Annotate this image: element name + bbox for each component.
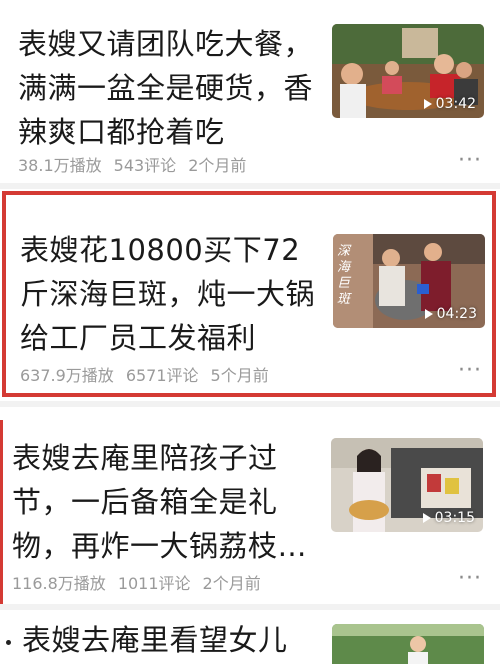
comment-count: 1011评论 [117,574,191,593]
divider [0,401,500,407]
play-icon [423,99,432,109]
video-title[interactable]: 表嫂又请团队吃大餐， 满满一盆全是硬货，香 辣爽口都抢着吃 [18,22,318,154]
comment-count: 543评论 [113,156,177,175]
video-duration: 03:15 [422,510,475,526]
video-thumbnail[interactable] [332,624,484,664]
play-icon [422,513,431,523]
video-thumbnail[interactable]: 03:42 [332,24,484,118]
divider [0,604,500,610]
feed-item-3[interactable]: 表嫂去庵里陪孩子过 节，一后备箱全是礼 物，再炸一大锅荔枝… 03:15 116… [0,408,500,603]
play-count: 38.1万播放 [18,156,102,175]
feed-item-4[interactable]: 表嫂去庵里看望女儿 [0,612,500,664]
video-thumbnail[interactable]: 03:15 [331,438,483,532]
video-title[interactable]: 表嫂去庵里陪孩子过 节，一后备箱全是礼 物，再炸一大锅荔枝… [12,436,322,568]
more-options-icon[interactable]: ··· [458,566,482,591]
highlight-frame [2,191,496,397]
divider [0,183,500,189]
play-count: 116.8万播放 [12,574,106,593]
video-meta: 116.8万播放 1011评论 2个月前 [12,570,261,594]
more-options-icon[interactable]: ··· [458,148,482,173]
publish-time: 2个月前 [202,574,261,593]
video-title[interactable]: 表嫂去庵里看望女儿 [22,618,322,662]
publish-time: 2个月前 [188,156,247,175]
video-meta: 38.1万播放 543评论 2个月前 [18,152,246,176]
feed-item-1[interactable]: 表嫂又请团队吃大餐， 满满一盆全是硬货，香 辣爽口都抢着吃 03:42 38.1… [0,0,500,185]
video-duration: 03:42 [423,96,476,112]
